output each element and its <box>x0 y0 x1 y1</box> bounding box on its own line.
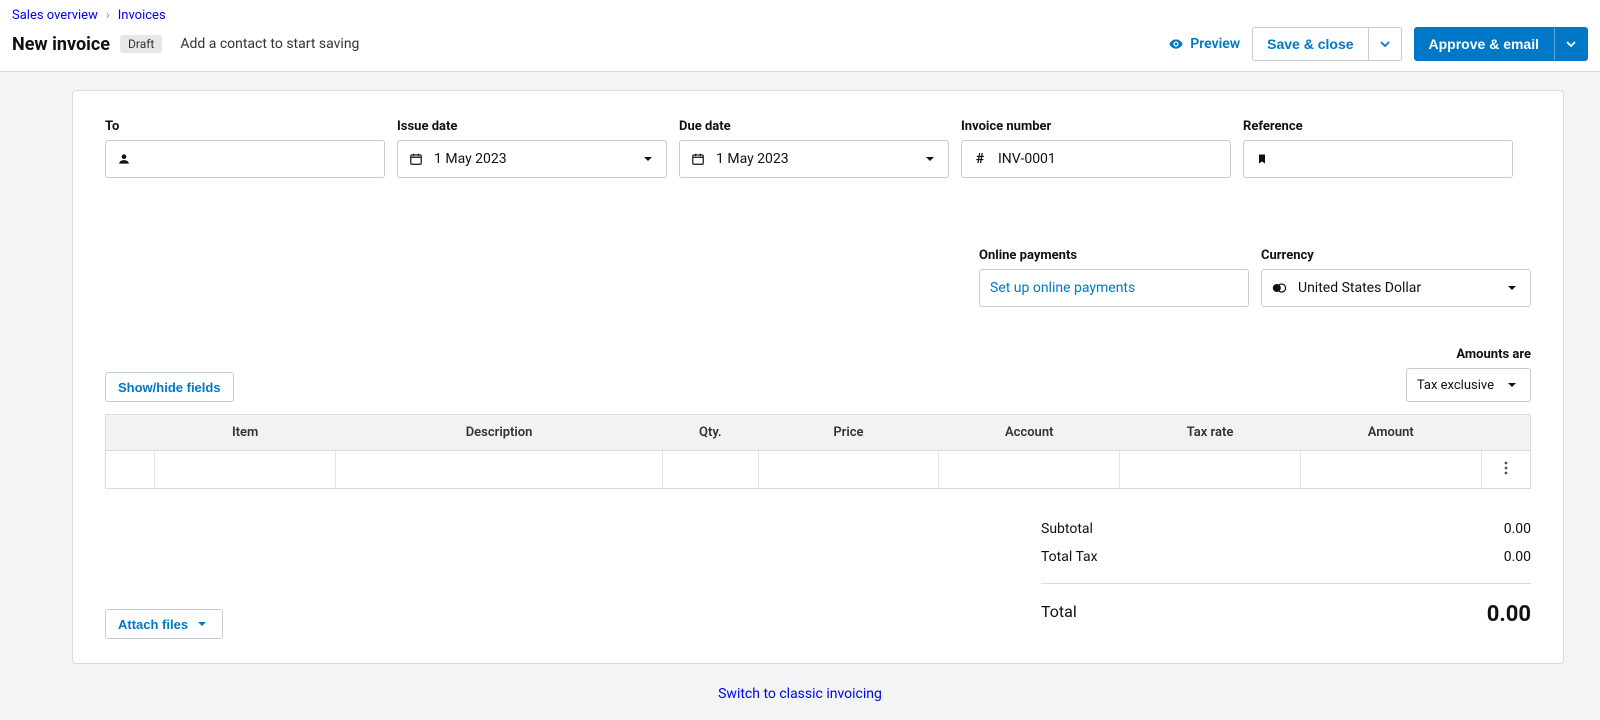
online-payments-field: Online payments Set up online payments <box>979 248 1249 307</box>
switch-classic-link[interactable]: Switch to classic invoicing <box>718 686 882 702</box>
save-close-menu-button[interactable] <box>1368 27 1402 61</box>
attach-files-button[interactable]: Attach files <box>105 609 223 639</box>
col-account-header: Account <box>939 415 1120 451</box>
breadcrumb-root[interactable]: Sales overview <box>12 8 98 23</box>
preview-link[interactable]: Preview <box>1168 36 1240 52</box>
page-header: Sales overview › Invoices New invoice Dr… <box>0 0 1600 72</box>
currency-value: United States Dollar <box>1298 280 1421 296</box>
page-title: New invoice <box>12 34 110 55</box>
calendar-icon <box>408 151 424 167</box>
invoice-card: To Issue date 1 May 2023 Due date <box>72 90 1564 664</box>
caret-down-icon <box>1504 377 1520 393</box>
cell-price[interactable] <box>758 451 939 489</box>
due-date-value: 1 May 2023 <box>716 151 789 167</box>
amounts-are-value: Tax exclusive <box>1417 378 1494 393</box>
eye-icon <box>1168 36 1184 52</box>
currency-icon <box>1272 280 1288 296</box>
save-close-button[interactable]: Save & close <box>1252 27 1367 61</box>
col-desc-header: Description <box>336 415 663 451</box>
kebab-icon <box>1498 460 1514 476</box>
invoice-number-input[interactable]: # INV-0001 <box>961 140 1231 178</box>
caret-down-icon <box>1504 280 1520 296</box>
caret-down-icon <box>1563 36 1579 52</box>
hash-icon: # <box>972 151 988 167</box>
col-drag-header <box>106 415 155 451</box>
cell-account[interactable] <box>939 451 1120 489</box>
amounts-are-select[interactable]: Tax exclusive <box>1406 368 1531 402</box>
invoice-number-value: INV-0001 <box>998 151 1056 167</box>
col-menu-header <box>1481 415 1530 451</box>
cell-qty[interactable] <box>663 451 758 489</box>
to-input[interactable] <box>105 140 385 178</box>
preview-label: Preview <box>1190 36 1240 52</box>
online-payments-input[interactable]: Set up online payments <box>979 269 1249 307</box>
show-hide-fields-button[interactable]: Show/hide fields <box>105 372 234 402</box>
cell-item[interactable] <box>155 451 336 489</box>
approve-email-menu-button[interactable] <box>1554 27 1588 61</box>
col-tax-header: Tax rate <box>1120 415 1301 451</box>
issue-date-label: Issue date <box>397 119 667 134</box>
breadcrumb: Sales overview › Invoices <box>12 8 1588 23</box>
currency-field: Currency United States Dollar <box>1261 248 1531 307</box>
attach-files-label: Attach files <box>118 617 188 632</box>
table-row <box>106 451 1530 489</box>
to-label: To <box>105 119 385 134</box>
breadcrumb-current[interactable]: Invoices <box>118 8 166 23</box>
row-menu-button[interactable] <box>1481 451 1530 489</box>
table-header-row: Item Description Qty. Price Account Tax … <box>106 415 1530 451</box>
col-item-header: Item <box>155 415 336 451</box>
reference-label: Reference <box>1243 119 1513 134</box>
totals-divider <box>1041 583 1531 584</box>
caret-down-icon <box>1377 36 1393 52</box>
currency-select[interactable]: United States Dollar <box>1261 269 1531 307</box>
due-date-field: Due date 1 May 2023 <box>679 119 949 178</box>
to-field: To <box>105 119 385 178</box>
caret-down-icon <box>194 616 210 632</box>
reference-input[interactable] <box>1243 140 1513 178</box>
bookmark-icon <box>1254 151 1270 167</box>
total-value: 0.00 <box>1487 602 1531 627</box>
line-items-table: Item Description Qty. Price Account Tax … <box>105 414 1531 489</box>
save-hint: Add a contact to start saving <box>180 36 359 52</box>
setup-online-payments-link[interactable]: Set up online payments <box>990 280 1135 296</box>
caret-down-icon <box>922 151 938 167</box>
chevron-right-icon: › <box>106 8 110 23</box>
person-icon <box>116 151 132 167</box>
row-drag-handle[interactable] <box>106 451 155 489</box>
invoice-number-label: Invoice number <box>961 119 1231 134</box>
cell-description[interactable] <box>336 451 663 489</box>
total-tax-value: 0.00 <box>1504 549 1531 565</box>
col-price-header: Price <box>758 415 939 451</box>
due-date-input[interactable]: 1 May 2023 <box>679 140 949 178</box>
total-label: Total <box>1041 602 1077 627</box>
issue-date-value: 1 May 2023 <box>434 151 507 167</box>
to-input-text[interactable] <box>142 151 374 167</box>
due-date-label: Due date <box>679 119 949 134</box>
col-qty-header: Qty. <box>663 415 758 451</box>
status-badge: Draft <box>120 35 162 53</box>
approve-email-button[interactable]: Approve & email <box>1414 27 1554 61</box>
reference-input-text[interactable] <box>1280 151 1502 167</box>
cell-tax[interactable] <box>1120 451 1301 489</box>
online-payments-label: Online payments <box>979 248 1249 263</box>
invoice-number-field: Invoice number # INV-0001 <box>961 119 1231 178</box>
total-tax-label: Total Tax <box>1041 549 1098 565</box>
subtotal-value: 0.00 <box>1504 521 1531 537</box>
col-amount-header: Amount <box>1300 415 1481 451</box>
currency-label: Currency <box>1261 248 1531 263</box>
reference-field: Reference <box>1243 119 1513 178</box>
amounts-are-label: Amounts are <box>1406 347 1531 362</box>
issue-date-field: Issue date 1 May 2023 <box>397 119 667 178</box>
subtotal-label: Subtotal <box>1041 521 1093 537</box>
issue-date-input[interactable]: 1 May 2023 <box>397 140 667 178</box>
amounts-are-block: Amounts are Tax exclusive <box>1406 347 1531 402</box>
cell-amount[interactable] <box>1300 451 1481 489</box>
caret-down-icon <box>640 151 656 167</box>
calendar-icon <box>690 151 706 167</box>
